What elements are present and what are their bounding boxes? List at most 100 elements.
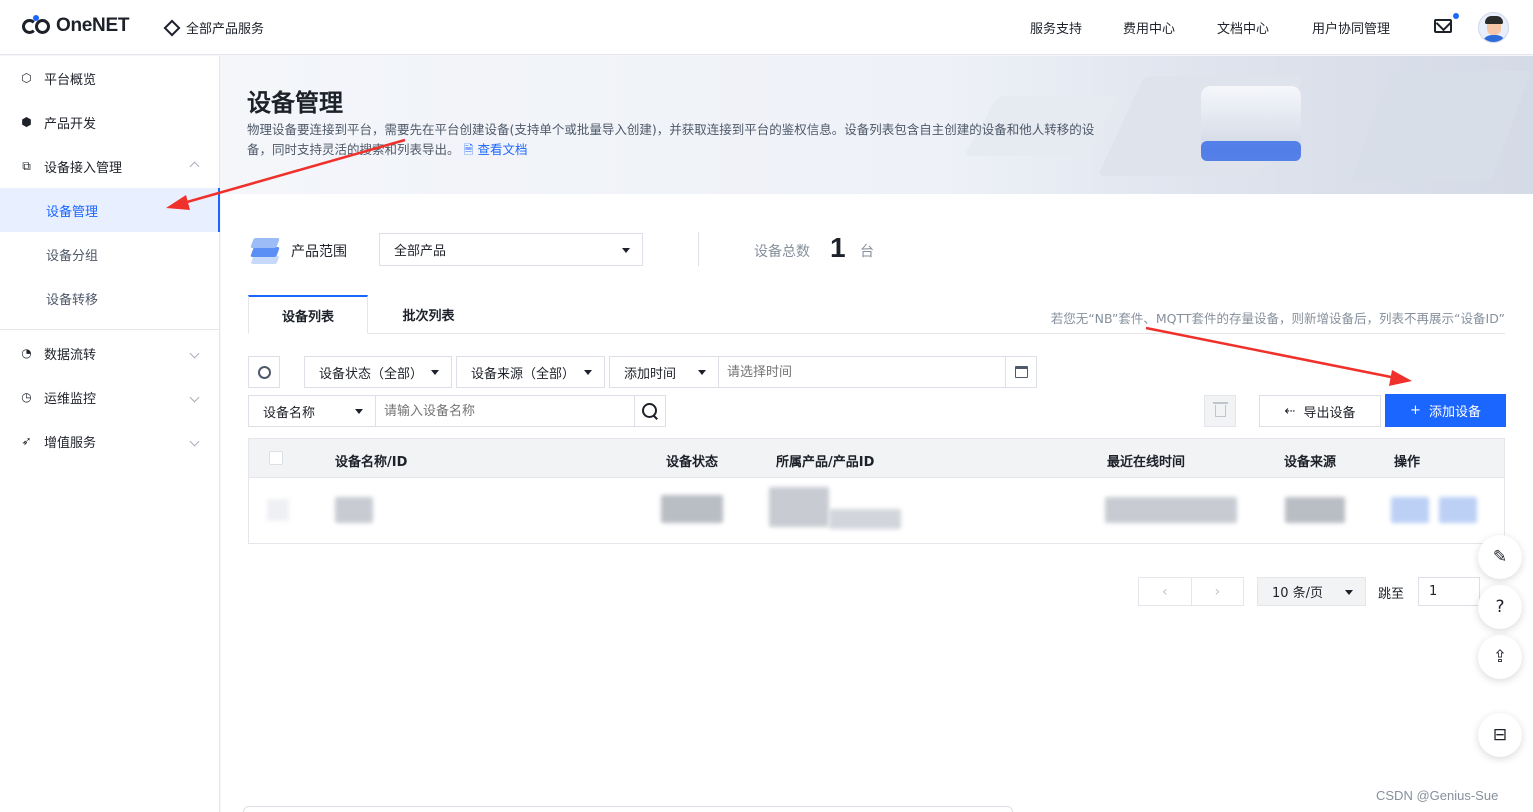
device-table: 设备名称/ID 设备状态 所属产品/产品ID 最近在线时间 设备来源 操作 xyxy=(248,438,1505,544)
sidebar-item-device-access[interactable]: ⧉ 设备接入管理 xyxy=(0,144,220,188)
tab-batch-list[interactable]: 批次列表 xyxy=(371,295,486,334)
redacted-last-online xyxy=(1105,497,1237,523)
sidebar-item-label: 设备管理 xyxy=(46,204,99,220)
calendar-icon xyxy=(1014,366,1028,378)
refresh-button[interactable] xyxy=(248,356,280,388)
caret-down-icon xyxy=(1345,589,1353,595)
question-icon: ? xyxy=(1495,597,1505,617)
sidebar-item-overview[interactable]: ⬡ 平台概览 xyxy=(0,56,220,100)
device-total-unit: 台 xyxy=(860,244,874,260)
sidebar-item-label: 设备转移 xyxy=(46,292,99,308)
sidebar-item-device-transfer[interactable]: 设备转移 xyxy=(0,276,220,320)
page-description: 物理设备要连接到平台，需要先在平台创建设备(支持单个或批量导入创建)，并获取连接… xyxy=(247,120,1097,160)
notification-dot xyxy=(1453,13,1459,19)
minus-box-icon: ⊟ xyxy=(1492,725,1508,745)
time-range-input[interactable] xyxy=(718,356,1006,388)
tab-device-list[interactable]: 设备列表 xyxy=(248,295,368,334)
device-source-select[interactable]: 设备来源（全部） xyxy=(456,356,605,388)
redacted-device-status xyxy=(661,495,723,523)
jump-to-label: 跳至 xyxy=(1378,587,1405,602)
help-button[interactable]: ? xyxy=(1478,585,1522,629)
sidebar-item-label: 设备分组 xyxy=(46,248,99,264)
column-header-status[interactable]: 设备状态 xyxy=(666,451,718,470)
row-checkbox-redacted[interactable] xyxy=(267,499,289,521)
chevron-down-icon xyxy=(189,436,200,446)
top-menu-service[interactable]: 服务支持 xyxy=(1030,18,1082,37)
search-field-value: 设备名称 xyxy=(263,405,316,421)
onenet-logo[interactable]: OneNET xyxy=(22,15,129,37)
diamond-icon xyxy=(163,19,181,36)
add-time-select[interactable]: 添加时间 xyxy=(609,356,719,388)
redacted-product xyxy=(769,487,829,527)
top-menu-docs[interactable]: 文档中心 xyxy=(1217,18,1269,37)
add-time-value: 添加时间 xyxy=(624,366,677,382)
flow-icon: ◔ xyxy=(21,346,32,360)
product-scope-select[interactable]: 全部产品 xyxy=(379,233,643,266)
page-banner: 设备管理 物理设备要连接到平台，需要先在平台创建设备(支持单个或批量导入创建)，… xyxy=(221,56,1533,194)
view-docs-link[interactable]: 🗎 查看文档 xyxy=(464,142,528,157)
column-header-name[interactable]: 设备名称/ID xyxy=(335,451,407,470)
add-device-button[interactable]: + 添加设备 xyxy=(1385,394,1506,427)
collapse-button[interactable]: ⊟ xyxy=(1478,713,1522,757)
caret-down-icon xyxy=(698,370,706,375)
all-products-label: 全部产品服务 xyxy=(186,22,265,37)
table-header: 设备名称/ID 设备状态 所属产品/产品ID 最近在线时间 设备来源 操作 xyxy=(249,439,1504,478)
cube-icon: ⬢ xyxy=(21,115,32,129)
search-field-select[interactable]: 设备名称 xyxy=(248,395,376,427)
export-devices-button[interactable]: ⇠ 导出设备 xyxy=(1259,395,1381,427)
select-all-checkbox[interactable] xyxy=(269,451,283,465)
sidebar-item-label: 数据流转 xyxy=(44,347,97,363)
sidebar-item-device-management[interactable]: 设备管理 xyxy=(0,188,220,232)
prev-page-button[interactable]: ‹ xyxy=(1139,578,1192,605)
banner-chip-base xyxy=(1201,141,1301,161)
sidebar-item-value-added[interactable]: ➶ 增值服务 xyxy=(0,419,220,463)
monitor-icon: ◷ xyxy=(21,390,32,404)
column-header-last-online[interactable]: 最近在线时间 xyxy=(1107,451,1185,470)
mail-icon[interactable] xyxy=(1434,19,1452,33)
refresh-icon xyxy=(257,365,271,379)
sidebar-item-label: 产品开发 xyxy=(44,116,97,132)
column-header-product[interactable]: 所属产品/产品ID xyxy=(776,451,874,470)
banner-decoration xyxy=(1350,71,1532,181)
sidebar-item-data-flow[interactable]: ◔ 数据流转 xyxy=(0,331,220,375)
brand-name: OneNET xyxy=(56,15,130,36)
sidebar-item-label: 运维监控 xyxy=(44,391,97,407)
device-name-search-input[interactable] xyxy=(375,395,635,427)
calendar-button[interactable] xyxy=(1005,356,1037,388)
redacted-product-id xyxy=(829,509,901,529)
page-size-select[interactable]: 10 条/页 xyxy=(1257,577,1366,606)
avatar[interactable] xyxy=(1478,12,1509,43)
device-total-label: 设备总数 xyxy=(754,244,810,260)
device-source-value: 设备来源（全部） xyxy=(471,366,576,382)
hexagon-icon: ⬡ xyxy=(21,71,32,85)
product-scope-value: 全部产品 xyxy=(394,244,447,259)
column-header-actions[interactable]: 操作 xyxy=(1394,451,1420,470)
top-menu-billing[interactable]: 费用中心 xyxy=(1123,18,1175,37)
chevron-up-icon xyxy=(189,161,200,171)
divider xyxy=(698,232,699,266)
device-status-select[interactable]: 设备状态（全部） xyxy=(304,356,452,388)
feedback-edit-button[interactable]: ✎ xyxy=(1478,535,1522,579)
caret-down-icon xyxy=(584,370,592,375)
search-button[interactable] xyxy=(634,395,666,427)
add-device-label: 添加设备 xyxy=(1428,405,1481,420)
redacted-action-link[interactable] xyxy=(1391,497,1429,523)
redacted-device-name xyxy=(335,497,373,523)
redacted-action-link[interactable] xyxy=(1439,497,1477,523)
send-icon: ➶ xyxy=(21,434,32,448)
sidebar-item-device-group[interactable]: 设备分组 xyxy=(0,232,220,276)
delete-button[interactable] xyxy=(1204,395,1236,427)
sidebar-item-label: 平台概览 xyxy=(44,72,97,88)
plus-icon: + xyxy=(1410,403,1421,418)
sidebar-item-ops-monitor[interactable]: ◷ 运维监控 xyxy=(0,375,220,419)
device-icon: ⧉ xyxy=(22,158,31,173)
column-header-source[interactable]: 设备来源 xyxy=(1284,451,1336,470)
bottom-panel-edge xyxy=(243,806,1013,812)
all-products-menu[interactable]: 全部产品服务 xyxy=(163,18,265,37)
cloud-upload-button[interactable]: ⇪ xyxy=(1478,635,1522,679)
top-navigation: OneNET 全部产品服务 服务支持 费用中心 文档中心 用户协同管理 xyxy=(0,0,1533,55)
sidebar-item-product-dev[interactable]: ⬢ 产品开发 xyxy=(0,100,220,144)
next-page-button[interactable]: › xyxy=(1192,578,1244,605)
jump-to-input[interactable]: 1 xyxy=(1418,577,1480,606)
top-menu-collab[interactable]: 用户协同管理 xyxy=(1312,18,1390,37)
